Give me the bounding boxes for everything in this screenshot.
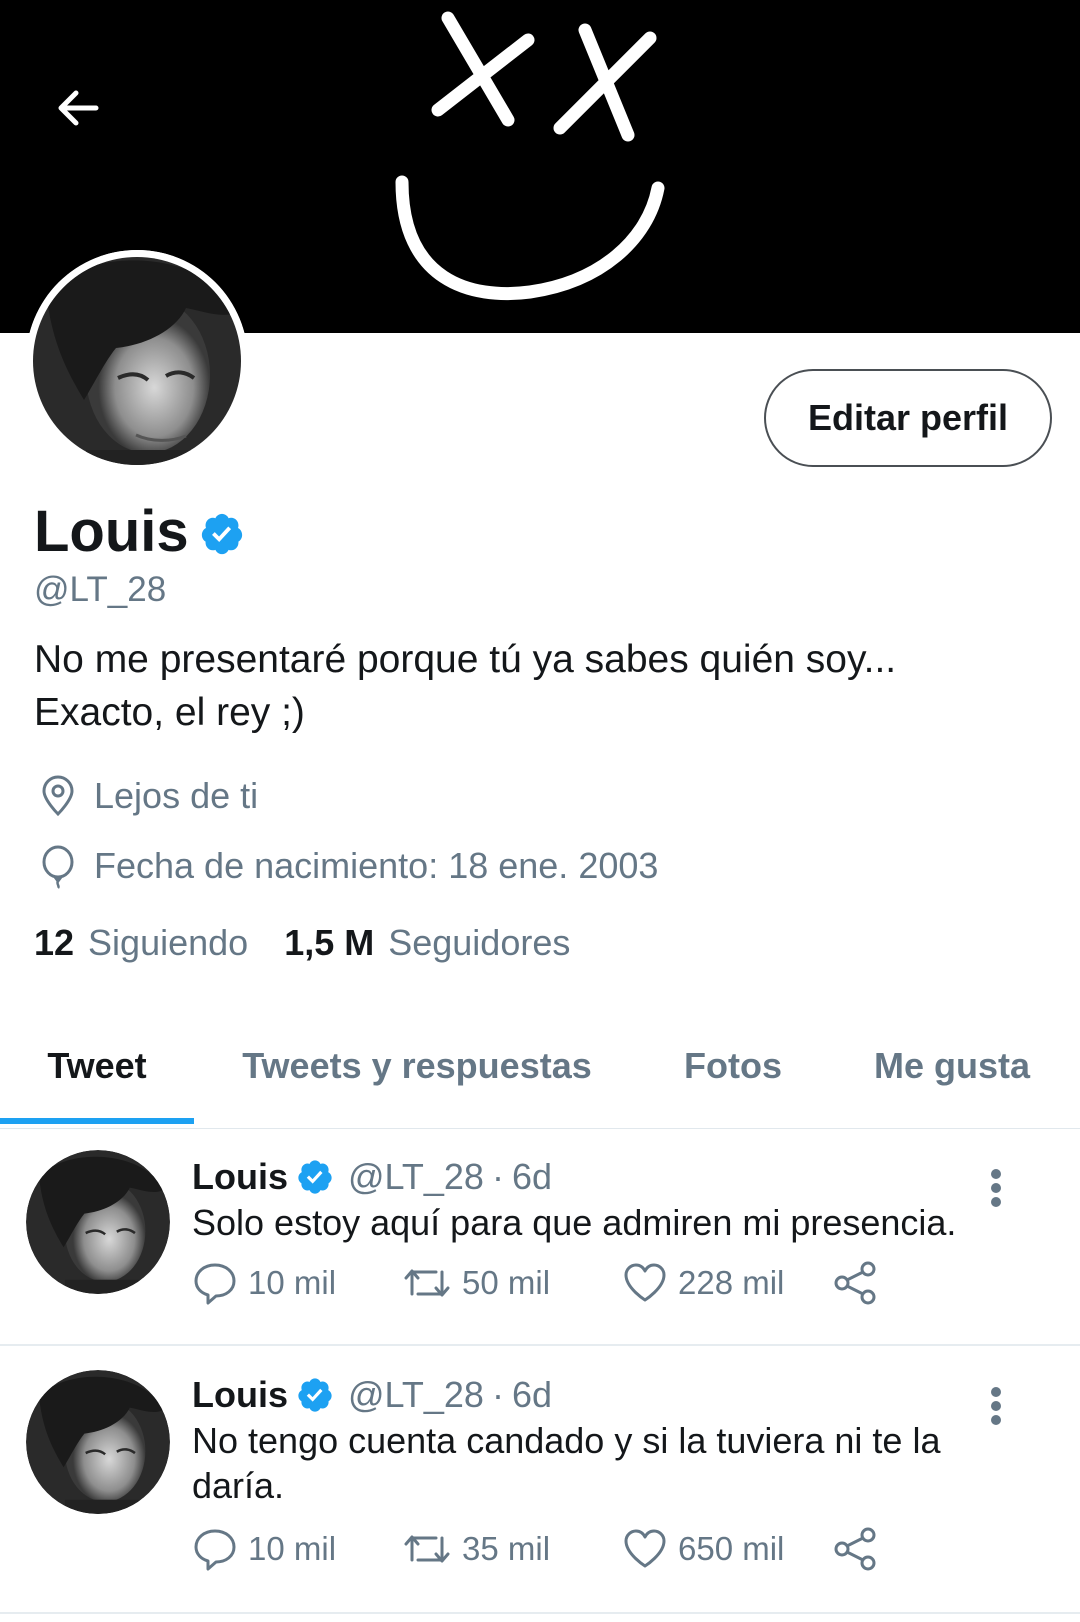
like-count: 228 mil — [678, 1264, 785, 1301]
reply-button[interactable]: 10 mil — [192, 1526, 336, 1572]
profile-tabs: Tweet Tweets y respuestas Fotos Me gusta — [0, 1010, 1080, 1129]
tweet-separator: · — [491, 1156, 504, 1197]
back-button[interactable] — [46, 76, 110, 140]
retweet-button[interactable]: 35 mil — [402, 1526, 550, 1572]
retweet-icon — [404, 1535, 450, 1563]
verified-badge-icon — [298, 1160, 332, 1194]
share-button[interactable] — [832, 1260, 888, 1306]
following-label[interactable]: Siguiendo — [88, 922, 248, 964]
heart-icon — [624, 1529, 666, 1568]
profile-location: Lejos de ti — [34, 772, 258, 820]
profile-birthday: Fecha de nacimiento: 18 ene. 2003 — [34, 842, 658, 890]
heart-icon — [624, 1263, 666, 1302]
tweet-header: Louis @LT_28 · 6d — [192, 1374, 552, 1416]
tweet-item[interactable]: Louis @LT_28 · 6d Solo estoy aquí para q… — [0, 1128, 1080, 1346]
share-icon — [834, 1261, 876, 1305]
retweet-count: 50 mil — [462, 1264, 551, 1301]
tweet-timestamp: 6d — [511, 1374, 552, 1415]
birthday-text: Fecha de nacimiento: 18 ene. 2003 — [94, 845, 659, 886]
balloon-icon — [42, 845, 74, 889]
tweet-actions: 10 mil 50 mil 228 mil — [192, 1260, 912, 1316]
like-count: 650 mil — [678, 1530, 785, 1567]
tab-tweets[interactable]: Tweet — [0, 1010, 194, 1122]
location-text: Lejos de ti — [94, 775, 259, 816]
following-count[interactable]: 12 — [34, 922, 74, 964]
active-tab-indicator — [0, 1118, 194, 1124]
tab-photos[interactable]: Fotos — [646, 1010, 820, 1122]
bio-line: No me presentaré porque tú ya sabes quié… — [34, 638, 897, 681]
verified-badge-icon — [298, 1378, 332, 1412]
tab-tweets-replies[interactable]: Tweets y respuestas — [214, 1010, 620, 1122]
reply-icon — [194, 1529, 236, 1571]
tweet-author-name[interactable]: Louis — [192, 1156, 288, 1198]
tweet-avatar[interactable] — [26, 1370, 170, 1514]
verified-badge-icon — [201, 513, 242, 555]
tweet-avatar[interactable] — [26, 1150, 170, 1294]
like-button[interactable]: 650 mil — [622, 1526, 784, 1572]
edit-profile-button[interactable]: Editar perfil — [764, 369, 1052, 467]
tab-likes[interactable]: Me gusta — [850, 1010, 1054, 1122]
tweet-actions: 10 mil 35 mil 650 mil — [192, 1526, 912, 1582]
follow-stats: 12 Siguiendo 1,5 M Seguidores — [34, 922, 570, 964]
retweet-count: 35 mil — [462, 1530, 551, 1567]
profile-avatar[interactable] — [26, 250, 248, 472]
reply-count: 10 mil — [248, 1530, 337, 1567]
followers-label[interactable]: Seguidores — [388, 922, 570, 964]
reply-count: 10 mil — [248, 1264, 337, 1301]
display-name: Louis — [34, 499, 189, 564]
profile-bio: No me presentaré porque tú ya sabes quié… — [34, 633, 1054, 739]
profile-handle: @LT_28 — [34, 570, 167, 609]
tweet-item[interactable]: Louis @LT_28 · 6d No tengo cuenta candad… — [0, 1346, 1080, 1614]
like-button[interactable]: 228 mil — [622, 1260, 784, 1306]
tweet-author-handle: @LT_28 — [348, 1374, 484, 1415]
tweet-author-name[interactable]: Louis — [192, 1374, 288, 1416]
arrow-left-icon — [58, 90, 99, 126]
tweet-text: Solo estoy aquí para que admiren mi pres… — [192, 1202, 957, 1243]
display-name-row: Louis — [34, 497, 245, 567]
retweet-button[interactable]: 50 mil — [402, 1260, 550, 1306]
reply-icon — [194, 1263, 236, 1305]
avatar-photo — [26, 250, 248, 472]
share-icon — [834, 1527, 876, 1571]
bio-line: Exacto, el rey ;) — [34, 691, 305, 734]
followers-count[interactable]: 1,5 M — [284, 922, 374, 964]
retweet-icon — [404, 1269, 450, 1297]
reply-button[interactable]: 10 mil — [192, 1260, 336, 1306]
share-button[interactable] — [832, 1526, 888, 1572]
tweet-author-handle: @LT_28 — [348, 1156, 484, 1197]
tweet-header: Louis @LT_28 · 6d — [192, 1156, 552, 1198]
location-pin-icon — [42, 775, 74, 817]
tweet-timestamp: 6d — [511, 1156, 552, 1197]
tweet-text: No tengo cuenta candado y si la tuviera … — [192, 1420, 941, 1506]
tweet-separator: · — [491, 1374, 504, 1415]
